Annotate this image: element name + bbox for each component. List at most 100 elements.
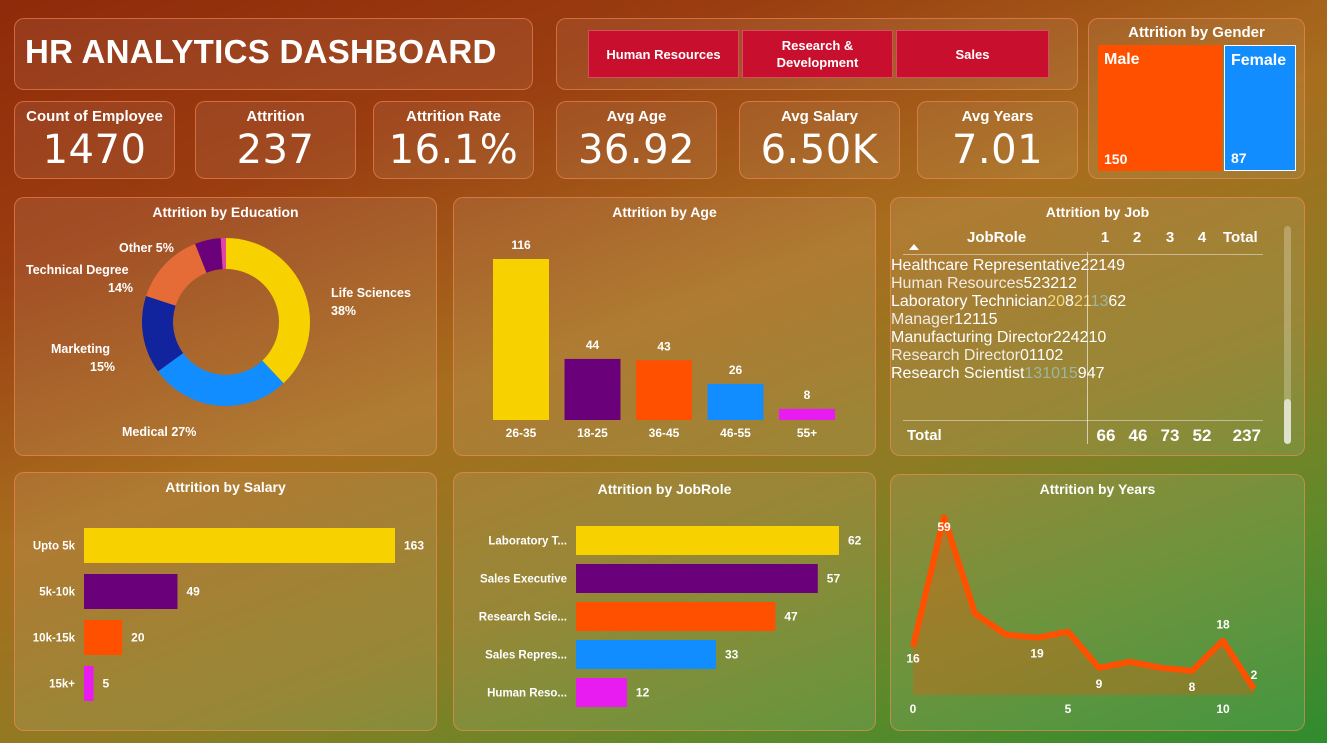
job-cell: 4 <box>1107 257 1117 274</box>
age-bar[interactable] <box>707 383 764 420</box>
job-cell: 2 <box>1050 275 1060 292</box>
job-row[interactable]: Healthcare Representative22149 <box>891 257 1281 275</box>
edu-label-other: Other 5% <box>119 241 174 255</box>
job-row[interactable]: Manager12115 <box>891 311 1281 329</box>
age-bar[interactable] <box>493 259 549 420</box>
job-row[interactable]: Manufacturing Director224210 <box>891 329 1281 347</box>
kpi-value: 6.50K <box>760 127 879 173</box>
age-bar[interactable] <box>779 408 835 420</box>
kpi-label: Avg Salary <box>781 108 858 125</box>
kpi-value: 237 <box>236 127 315 173</box>
job-row[interactable]: Research Scientist131015947 <box>891 365 1281 383</box>
years-area-chart: 16 59 19 9 8 18 2 0 5 10 <box>906 514 1258 716</box>
job-role-label: Laboratory Technician <box>891 293 1048 310</box>
job-total-all: 237 <box>1232 426 1261 445</box>
kpi-value: 7.01 <box>951 127 1044 173</box>
job-total-4: 52 <box>1192 426 1212 445</box>
edu-label-medical: Medical 27% <box>122 425 196 439</box>
job-row-total: 47 <box>1086 365 1105 382</box>
job-panel: Attrition by Job JobRole 1 2 3 4 Total H… <box>890 197 1305 456</box>
job-col-2[interactable]: 2 <box>1131 229 1143 246</box>
jobrole-category-label: Research Scie... <box>479 612 567 624</box>
job-total-1: 66 <box>1096 426 1116 445</box>
job-role-label: Research Scientist <box>891 365 1025 382</box>
jobrole-bar[interactable] <box>576 526 839 555</box>
job-total-3: 73 <box>1160 426 1180 445</box>
job-row-total: 62 <box>1108 293 1127 310</box>
jobrole-bar[interactable] <box>576 678 627 707</box>
matrix-scrollbar[interactable] <box>1284 226 1291 444</box>
slicer-research-development[interactable]: Research & Development <box>742 30 893 78</box>
treemap-male[interactable]: Male 150 <box>1098 45 1222 171</box>
education-panel: Attrition by Education Other 5% Technica… <box>14 197 437 456</box>
jobrole-bar[interactable] <box>576 564 818 593</box>
jobrole-bar-chart: 62 Laboratory T... 57 Sales Executive 47 Rese… <box>479 526 862 707</box>
years-area-fill <box>913 517 1254 695</box>
job-cell: 20 <box>1047 293 1066 310</box>
jobrole-bar[interactable] <box>576 640 716 669</box>
donut-slice[interactable] <box>226 238 311 384</box>
treemap-female[interactable]: Female 87 <box>1224 45 1296 171</box>
job-role-label: Manager <box>891 311 955 328</box>
matrix-column-separator <box>1087 252 1088 444</box>
edu-label-life: Life Sciences <box>331 286 411 300</box>
job-cell: 10 <box>1042 365 1060 382</box>
job-cell: 9 <box>1077 365 1087 382</box>
job-cell: 2 <box>1089 257 1099 274</box>
sort-asc-icon[interactable] <box>909 244 919 250</box>
age-bar[interactable] <box>564 358 621 420</box>
job-cell: 0 <box>1019 347 1029 364</box>
gender-panel: Attrition by Gender Male 150 Female 87 <box>1088 18 1305 179</box>
age-category-label: 46-55 <box>720 426 751 440</box>
job-col-4[interactable]: 4 <box>1196 229 1208 246</box>
years-data-label: 8 <box>1189 680 1196 694</box>
job-col-1[interactable]: 1 <box>1099 229 1111 246</box>
jobrole-value-label: 57 <box>827 572 841 586</box>
job-cell: 21 <box>1073 293 1091 310</box>
scrollbar-thumb[interactable] <box>1284 399 1291 444</box>
years-data-label: 9 <box>1096 677 1103 691</box>
kpi-avg-years: Avg Years 7.01 <box>917 101 1078 179</box>
job-col-total[interactable]: Total <box>1223 229 1258 246</box>
jobrole-value-label: 12 <box>636 686 650 700</box>
kpi-attrition: Attrition 237 <box>195 101 356 179</box>
edu-label-life-pct: 38% <box>331 304 356 318</box>
job-row[interactable]: Research Director01102 <box>891 347 1281 365</box>
salary-bar[interactable] <box>84 666 94 701</box>
age-value-label: 44 <box>586 338 600 352</box>
age-value-label: 8 <box>804 388 811 402</box>
years-x-tick: 5 <box>1065 702 1072 716</box>
age-panel: Attrition by Age 116 26-35 44 18-25 43 36-45 2… <box>453 197 876 456</box>
jobrole-category-label: Laboratory T... <box>488 536 567 548</box>
department-slicer: Human Resources Research & Development S… <box>556 18 1078 90</box>
job-col-jobrole[interactable]: JobRole <box>967 229 1026 246</box>
job-row[interactable]: Human Resources523212 <box>891 275 1281 293</box>
male-count: 150 <box>1104 151 1128 167</box>
job-total-label: Total <box>907 427 942 444</box>
years-data-label: 19 <box>1030 647 1044 661</box>
years-data-label: 2 <box>1251 668 1258 682</box>
job-role-label: Research Director <box>891 347 1020 364</box>
slicer-sales[interactable]: Sales <box>896 30 1049 78</box>
job-cell: 1 <box>1028 347 1037 364</box>
salary-value-label: 20 <box>131 631 145 645</box>
job-cell: 13 <box>1024 365 1043 382</box>
job-col-3[interactable]: 3 <box>1164 229 1176 246</box>
job-row[interactable]: Laboratory Technician208211362 <box>891 293 1281 311</box>
job-cell: 8 <box>1065 293 1074 310</box>
job-cell: 3 <box>1041 275 1051 292</box>
job-row-total: 5 <box>988 311 998 328</box>
age-category-label: 26-35 <box>506 426 537 440</box>
salary-bar[interactable] <box>84 528 395 563</box>
jobrole-category-label: Sales Executive <box>480 574 567 586</box>
job-cell: 13 <box>1090 293 1109 310</box>
job-cell: 2 <box>1032 275 1042 292</box>
salary-bar[interactable] <box>84 620 123 655</box>
age-bar[interactable] <box>636 360 692 420</box>
salary-bar[interactable] <box>84 574 178 609</box>
edu-label-marketing-pct: 15% <box>90 360 115 374</box>
jobrole-bar[interactable] <box>576 602 776 631</box>
salary-category-label: 15k+ <box>49 679 75 691</box>
male-label: Male <box>1104 51 1140 68</box>
slicer-human-resources[interactable]: Human Resources <box>588 30 739 78</box>
